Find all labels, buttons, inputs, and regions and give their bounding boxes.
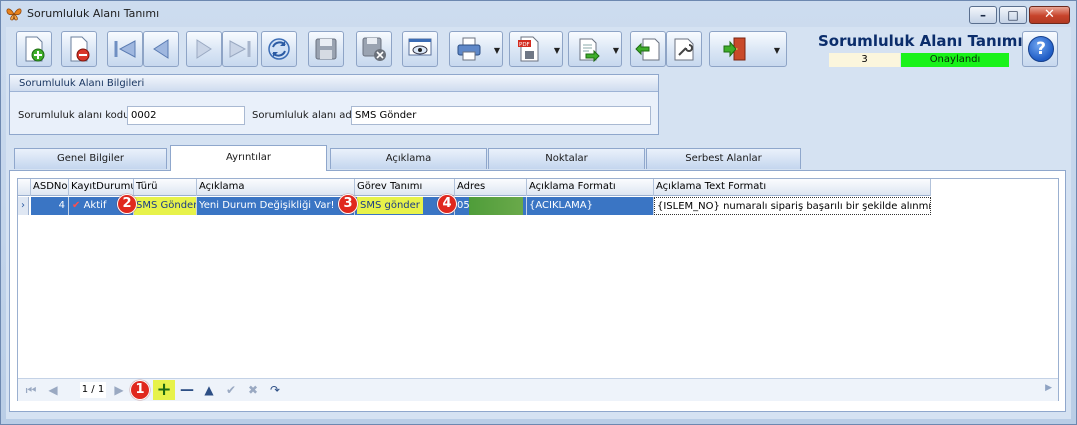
- close-icon: ✕: [1044, 7, 1055, 22]
- cell-type[interactable]: SMS Gönder: [134, 197, 197, 215]
- nav-cancel-icon[interactable]: ✖: [244, 382, 262, 398]
- last-icon: [229, 40, 251, 58]
- exit-button[interactable]: ▼: [709, 31, 787, 67]
- nav-position: 1 / 1: [80, 382, 106, 398]
- marker-1: 1: [130, 380, 150, 400]
- help-button[interactable]: ?: [1022, 31, 1058, 67]
- page-title: Sorumluluk Alanı Tanımı: [818, 32, 1023, 50]
- export-button[interactable]: ▼: [568, 31, 622, 67]
- tab-serbest-alanlar[interactable]: Serbest Alanlar: [646, 148, 801, 169]
- nav-refresh-icon[interactable]: ↷: [266, 382, 284, 398]
- export-icon: [579, 38, 600, 63]
- column-header[interactable]: Açıklama Text Formatı: [654, 179, 931, 196]
- save-button[interactable]: [308, 31, 344, 67]
- nav-previous-icon[interactable]: ◀: [44, 382, 62, 398]
- printer-icon: [457, 37, 481, 61]
- row-indicator-header: [18, 179, 31, 196]
- client-area: ▼ PDF ▼ ▼ ▼ Sorumluluk Alanı Tanımı 3 On…: [6, 27, 1071, 419]
- save-close-button[interactable]: [356, 31, 392, 67]
- column-header[interactable]: Açıklama: [197, 179, 355, 196]
- status-badge: Onaylandı: [901, 53, 1009, 67]
- tab-ayrintilar[interactable]: Ayrıntılar: [170, 145, 327, 171]
- tools-button[interactable]: [666, 31, 702, 67]
- nav-remove-icon[interactable]: —: [178, 382, 196, 398]
- title-bar[interactable]: Sorumluluk Alanı Tanımı – □ ✕: [1, 1, 1076, 27]
- minimize-icon: –: [980, 8, 986, 22]
- code-label: Sorumluluk alanı kodu: [18, 110, 130, 121]
- refresh-button[interactable]: [261, 31, 297, 67]
- cell-asdno[interactable]: 4: [31, 197, 69, 215]
- previous-record-button[interactable]: [143, 31, 179, 67]
- maximize-icon: □: [1007, 8, 1019, 22]
- maximize-button[interactable]: □: [999, 6, 1027, 24]
- cell-text-format[interactable]: {ISLEM_NO} numaralı sipariş başarılı bir…: [654, 197, 931, 215]
- grid-header: ASDNo KayıtDurumu Türü Açıklama Görev Ta…: [18, 179, 931, 196]
- butterfly-icon: [6, 8, 22, 21]
- import-icon: [635, 38, 660, 61]
- next-record-button[interactable]: [186, 31, 222, 67]
- nav-first-icon[interactable]: ⏮: [22, 382, 40, 398]
- first-record-button[interactable]: [107, 31, 143, 67]
- column-header[interactable]: Açıklama Formatı: [527, 179, 654, 196]
- save-close-icon: [362, 37, 386, 61]
- delete-record-button[interactable]: [61, 31, 97, 67]
- last-record-button[interactable]: [222, 31, 258, 67]
- details-tab-panel: ASDNo KayıtDurumu Türü Açıklama Görev Ta…: [9, 170, 1066, 412]
- column-header[interactable]: ASDNo: [31, 179, 69, 196]
- new-document-icon: [25, 36, 45, 62]
- grid-navigator: ⏮ ◀ 1 / 1 ▶ 1 + — ▲ ✔ ✖ ↷ ▶: [18, 378, 1058, 401]
- nav-up-icon[interactable]: ▲: [200, 382, 218, 398]
- tab-aciklama[interactable]: Açıklama: [330, 148, 487, 169]
- window-title: Sorumluluk Alanı Tanımı: [27, 7, 160, 20]
- marker-2: 2: [117, 194, 137, 214]
- cell-description[interactable]: Yeni Durum Değişikliği Var!: [197, 197, 355, 215]
- group-title: Sorumluluk Alanı Bilgileri: [10, 75, 658, 92]
- cell-format[interactable]: {ACIKLAMA}: [527, 197, 654, 215]
- tab-genel-bilgiler[interactable]: Genel Bilgiler: [14, 148, 167, 169]
- delete-document-icon: [70, 36, 90, 62]
- table-row[interactable]: 4 ✔ Aktif SMS Gönder Yeni Durum Değişikl…: [18, 197, 931, 215]
- pdf-export-button[interactable]: PDF ▼: [509, 31, 563, 67]
- checkmark-icon: ✔: [72, 200, 81, 211]
- import-button[interactable]: [630, 31, 666, 67]
- name-label: Sorumluluk alanı adı: [252, 110, 355, 121]
- nav-add-icon[interactable]: +: [153, 380, 175, 400]
- tab-noktalar[interactable]: Noktalar: [488, 148, 645, 169]
- marker-4: 4: [437, 194, 457, 214]
- new-record-button[interactable]: [16, 31, 52, 67]
- code-field[interactable]: 0002: [127, 106, 245, 125]
- main-window: Sorumluluk Alanı Tanımı – □ ✕ ▼ PDF ▼ ▼ …: [0, 0, 1077, 425]
- scroll-right-icon[interactable]: ▶: [1045, 383, 1052, 393]
- minimize-button[interactable]: –: [969, 6, 997, 24]
- exit-door-icon: [723, 37, 746, 61]
- record-number: 3: [829, 53, 900, 67]
- first-icon: [114, 40, 136, 58]
- cell-address[interactable]: 05: [455, 197, 527, 215]
- column-header[interactable]: Görev Tanımı: [355, 179, 455, 196]
- previous-icon: [153, 39, 169, 59]
- column-header[interactable]: Türü: [134, 179, 197, 196]
- marker-3: 3: [338, 194, 358, 214]
- pdf-icon: PDF: [518, 36, 539, 62]
- save-icon: [315, 38, 337, 60]
- details-grid[interactable]: ASDNo KayıtDurumu Türü Açıklama Görev Ta…: [17, 178, 1059, 401]
- preview-button[interactable]: [402, 31, 438, 67]
- responsibility-area-info-group: Sorumluluk Alanı Bilgileri Sorumluluk al…: [9, 74, 659, 135]
- close-button[interactable]: ✕: [1029, 6, 1070, 24]
- svg-text:PDF: PDF: [519, 42, 530, 48]
- nav-next-icon[interactable]: ▶: [112, 382, 126, 398]
- status-text: Aktif: [83, 200, 107, 211]
- nav-confirm-icon[interactable]: ✔: [222, 382, 240, 398]
- help-icon: ?: [1028, 36, 1054, 62]
- name-field[interactable]: SMS Gönder: [351, 106, 651, 125]
- preview-icon: [408, 38, 432, 56]
- refresh-icon: [268, 38, 290, 60]
- cell-task[interactable]: SMS gönder: [357, 197, 423, 214]
- next-icon: [196, 39, 212, 59]
- column-header[interactable]: Adres: [455, 179, 527, 196]
- print-button[interactable]: ▼: [449, 31, 503, 67]
- tools-icon: [674, 38, 694, 61]
